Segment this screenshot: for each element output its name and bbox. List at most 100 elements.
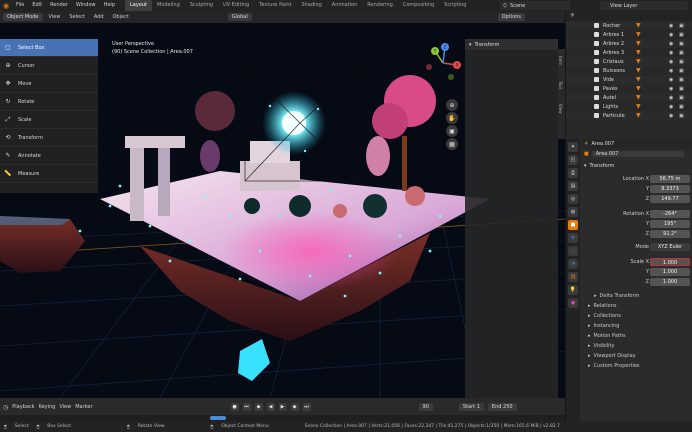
section-motion-paths[interactable]: ▸ Motion Paths <box>582 331 692 341</box>
menu-window[interactable]: Window <box>72 0 100 11</box>
eye-icon[interactable]: ◉ <box>669 77 673 83</box>
view-layer-tab-icon[interactable]: ▤ <box>568 181 578 191</box>
checkbox-icon[interactable] <box>594 41 599 46</box>
particles-tab-icon[interactable]: ∴ <box>568 246 578 256</box>
checkbox-icon[interactable] <box>594 113 599 118</box>
n-tab-item[interactable]: Item <box>558 49 563 73</box>
checkbox-icon[interactable] <box>594 59 599 64</box>
prev-key-icon[interactable]: ◆ <box>254 403 263 411</box>
eye-icon[interactable]: ◉ <box>669 86 673 92</box>
camera-icon[interactable]: ▣ <box>679 68 684 74</box>
filter-icon[interactable]: ⧩ <box>570 13 574 19</box>
perspective-toggle-icon[interactable]: ▦ <box>446 138 458 150</box>
tool-annotate[interactable]: ✎ Annotate <box>0 147 98 165</box>
section-delta-transform[interactable]: ▸ Delta Transform <box>582 291 692 301</box>
outliner-item[interactable]: Arbres 2 ▼ ◉ ▣ <box>566 39 692 48</box>
blender-logo-icon[interactable]: ◉ <box>0 0 12 11</box>
jump-end-icon[interactable]: ⏭ <box>302 403 311 411</box>
physics-tab-icon[interactable]: ◔ <box>568 259 578 269</box>
outliner-item[interactable]: Arbres 1 ▼ ◉ ▣ <box>566 30 692 39</box>
scale-y-field[interactable]: 1.000 <box>650 268 690 276</box>
menu-select[interactable]: Select <box>66 14 87 20</box>
tool-measure[interactable]: 📏 Measure <box>0 165 98 183</box>
menu-timeline-view[interactable]: View <box>59 404 71 410</box>
eye-icon[interactable]: ◉ <box>669 32 673 38</box>
tab-texture-paint[interactable]: Texture Paint <box>254 0 296 11</box>
mode-selector[interactable]: Object Mode <box>3 13 43 21</box>
data-name-field[interactable]: Area.007 <box>591 151 684 157</box>
tab-rendering[interactable]: Rendering <box>362 0 398 11</box>
menu-playback[interactable]: Playback <box>12 404 34 410</box>
transform-orientation-dropdown[interactable]: Global <box>227 13 252 21</box>
checkbox-icon[interactable] <box>594 86 599 91</box>
camera-view-icon[interactable]: ▣ <box>446 125 458 137</box>
camera-icon[interactable]: ▣ <box>679 59 684 65</box>
eye-icon[interactable]: ◉ <box>669 50 673 56</box>
checkbox-icon[interactable] <box>594 32 599 37</box>
tool-cursor[interactable]: ⊕ Cursor <box>0 57 98 75</box>
menu-add[interactable]: Add <box>91 14 107 20</box>
frame-start-field[interactable]: Start 1 <box>458 403 484 411</box>
eye-icon[interactable]: ◉ <box>669 68 673 74</box>
output-tab-icon[interactable]: ⎙ <box>568 168 578 178</box>
camera-icon[interactable]: ▣ <box>679 113 684 119</box>
rotation-y-field[interactable]: 195° <box>650 220 690 228</box>
location-z-field[interactable]: 149.77 <box>650 195 690 203</box>
eye-icon[interactable]: ◉ <box>669 59 673 65</box>
tab-animation[interactable]: Animation <box>327 0 363 11</box>
menu-edit[interactable]: Edit <box>28 0 46 11</box>
menu-marker[interactable]: Marker <box>75 404 92 410</box>
n-tab-tool[interactable]: Tool <box>558 73 563 97</box>
camera-icon[interactable]: ▣ <box>679 50 684 56</box>
outliner-item[interactable]: Autel ▼ ◉ ▣ <box>566 93 692 102</box>
section-relations[interactable]: ▸ Relations <box>582 301 692 311</box>
play-reverse-icon[interactable]: ◀ <box>266 403 275 411</box>
scale-x-field[interactable]: 1.000 <box>650 258 690 266</box>
location-y-field[interactable]: 8.3373 <box>650 185 690 193</box>
menu-view[interactable]: View <box>46 14 64 20</box>
transform-section-header[interactable]: ▾ Transform <box>582 161 692 171</box>
checkbox-icon[interactable] <box>594 68 599 73</box>
tool-select-box[interactable]: ▢ Select Box <box>0 39 98 57</box>
timeline-editor-icon[interactable]: ◷ <box>3 404 8 411</box>
outliner-item[interactable]: Arbres 3 ▼ ◉ ▣ <box>566 48 692 57</box>
location-x-field[interactable]: 56.75 m <box>650 175 690 183</box>
n-panel-header[interactable]: ▾ Transform <box>465 39 558 50</box>
checkbox-icon[interactable] <box>594 23 599 28</box>
tab-layout[interactable]: Layout <box>125 0 152 11</box>
tab-scripting[interactable]: Scripting <box>439 0 471 11</box>
n-tab-view[interactable]: View <box>558 97 563 121</box>
checkbox-icon[interactable] <box>594 95 599 100</box>
rotation-x-field[interactable]: -264° <box>650 210 690 218</box>
jump-start-icon[interactable]: ⏮ <box>242 403 251 411</box>
camera-icon[interactable]: ▣ <box>679 77 684 83</box>
section-viewport-display[interactable]: ▸ Viewport Display <box>582 351 692 361</box>
tab-compositing[interactable]: Compositing <box>398 0 439 11</box>
eye-icon[interactable]: ◉ <box>669 95 673 101</box>
tool-transform[interactable]: ⟲ Transform <box>0 129 98 147</box>
section-custom-properties[interactable]: ▸ Custom Properties <box>582 361 692 371</box>
outliner-item[interactable]: Pavés ▼ ◉ ▣ <box>566 84 692 93</box>
outliner-item[interactable]: Vide ▼ ◉ ▣ <box>566 75 692 84</box>
pan-hand-icon[interactable]: ✋ <box>446 112 458 124</box>
options-dropdown[interactable]: Options <box>497 13 526 21</box>
tab-modeling[interactable]: Modeling <box>152 0 185 11</box>
tool-tab-icon[interactable]: ✦ <box>568 142 578 152</box>
section-visibility[interactable]: ▸ Visibility <box>582 341 692 351</box>
menu-object[interactable]: Object <box>110 14 132 20</box>
checkbox-icon[interactable] <box>594 50 599 55</box>
3d-viewport[interactable]: Object Mode View Select Add Object Globa… <box>0 11 565 398</box>
outliner-item[interactable]: Particule ▼ ◉ ▣ <box>566 111 692 120</box>
object-tab-icon[interactable]: ■ <box>568 220 578 230</box>
outliner-item[interactable]: Lights ▼ ◉ ▣ <box>566 102 692 111</box>
tool-move[interactable]: ✥ Move <box>0 75 98 93</box>
material-tab-icon[interactable]: ● <box>568 298 578 308</box>
modifier-tab-icon[interactable]: ⚙ <box>568 233 578 243</box>
outliner-item[interactable]: Buissons ▼ ◉ ▣ <box>566 66 692 75</box>
outliner-item[interactable]: Cristaux ▼ ◉ ▣ <box>566 57 692 66</box>
eye-icon[interactable]: ◉ <box>669 41 673 47</box>
checkbox-icon[interactable] <box>594 77 599 82</box>
tool-scale[interactable]: ⤢ Scale <box>0 111 98 129</box>
camera-icon[interactable]: ▣ <box>679 32 684 38</box>
scale-z-field[interactable]: 1.000 <box>650 278 690 286</box>
